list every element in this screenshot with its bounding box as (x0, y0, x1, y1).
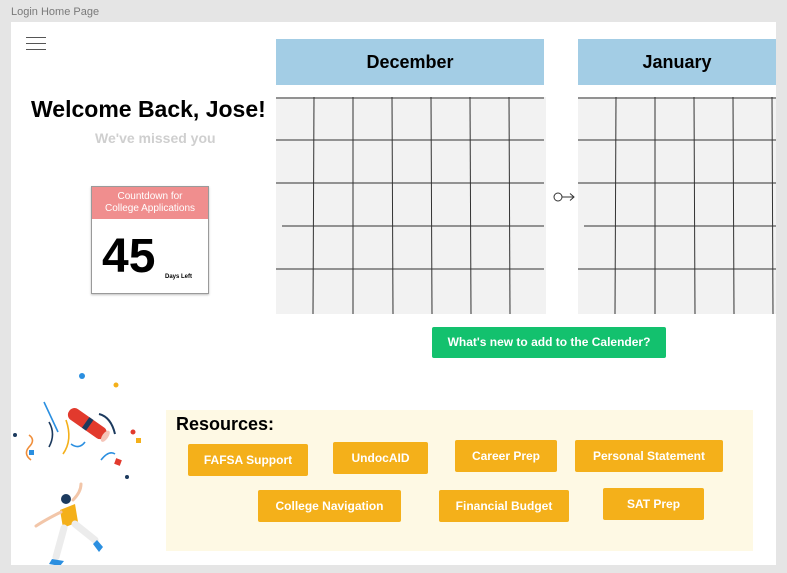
arrow-right-icon[interactable] (553, 190, 577, 209)
countdown-header-line1: Countdown for (117, 191, 183, 202)
graduation-celebration-illustration (13, 373, 141, 565)
countdown-header-line2: College Applications (104, 203, 196, 214)
calendar-grid-december[interactable] (276, 97, 546, 314)
login-home-page: Welcome Back, Jose! We've missed you Cou… (11, 22, 776, 565)
resource-personal-statement-button[interactable]: Personal Statement (575, 440, 723, 472)
resource-sat-prep-button[interactable]: SAT Prep (603, 488, 704, 520)
frame-label: Login Home Page (11, 6, 100, 18)
calendar-grid-lines-december (276, 97, 544, 314)
calendar-grid-january[interactable] (578, 97, 776, 314)
resource-undocaid-button[interactable]: UndocAID (333, 442, 428, 474)
welcome-subtitle: We've missed you (95, 130, 216, 146)
resources-title: Resources: (176, 414, 275, 434)
countdown-header: Countdown for College Applications (92, 187, 208, 219)
countdown-number: 45 (102, 230, 156, 283)
welcome-heading: Welcome Back, Jose! (31, 96, 266, 122)
resources-panel: Resources: FAFSA Support UndocAID Career… (166, 410, 753, 551)
whats-new-calendar-button[interactable]: What's new to add to the Calender? (432, 327, 666, 358)
resource-fafsa-support-button[interactable]: FAFSA Support (188, 444, 308, 476)
resource-financial-budget-button[interactable]: Financial Budget (439, 490, 569, 522)
hamburger-menu-icon[interactable] (26, 37, 46, 51)
countdown-card: Countdown for College Applications 45 Da… (91, 186, 209, 294)
resource-career-prep-button[interactable]: Career Prep (455, 440, 557, 472)
resource-college-navigation-button[interactable]: College Navigation (258, 490, 401, 522)
calendar-grid-lines-january (578, 97, 776, 314)
countdown-unit: Days Left (165, 274, 193, 280)
calendar-header-december: December (276, 39, 544, 85)
calendar-header-january: January (578, 39, 776, 85)
